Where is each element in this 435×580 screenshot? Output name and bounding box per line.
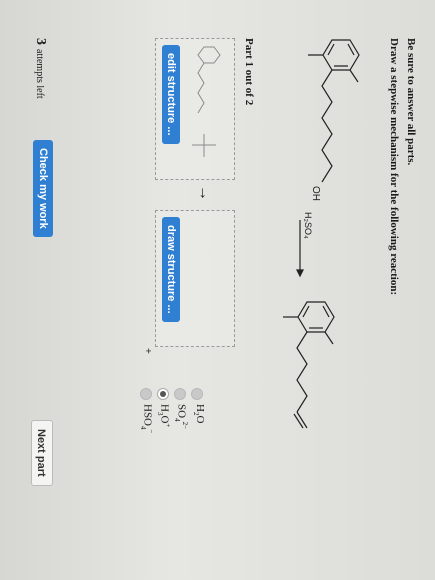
sketch-box-left[interactable]: edit structure ... <box>155 38 235 180</box>
plus-sign: + <box>142 348 153 354</box>
option-label-h3o: H3O+ <box>156 404 172 428</box>
radio-h2o[interactable] <box>191 388 203 400</box>
reagent-label: H₂SO₄ <box>303 212 313 239</box>
option-label-h2o: H2O <box>191 404 206 424</box>
part-label: Part 1 out of 2 <box>243 38 255 106</box>
product-side-chain <box>296 331 308 413</box>
attempts-text: attempts left <box>34 49 45 99</box>
radio-h3o[interactable] <box>157 388 169 400</box>
draw-box-right[interactable]: draw structure ... <box>155 210 235 347</box>
check-my-work-button[interactable]: Check my work <box>33 140 53 237</box>
question-page: Be sure to answer all parts. Draw a step… <box>0 0 435 580</box>
instructions-line-2: Draw a stepwise mechanism for the follow… <box>388 38 400 296</box>
photo-background: Be sure to answer all parts. Draw a step… <box>0 0 435 580</box>
draw-structure-button[interactable]: draw structure ... <box>162 217 180 322</box>
instructions-line-1: Be sure to answer all parts. <box>405 38 417 166</box>
radio-so4[interactable] <box>174 388 186 400</box>
option-label-so4: SO42− <box>173 404 189 430</box>
attempts-count: 3 <box>33 38 48 45</box>
reactant-side-chain <box>321 69 333 183</box>
reactant-methyl-1 <box>349 69 359 83</box>
reactant-oh-label: OH <box>310 186 321 201</box>
attempts-left: 3 attempts left <box>32 38 50 99</box>
radio-hso4[interactable] <box>140 388 152 400</box>
edit-structure-button[interactable]: edit structure ... <box>162 45 180 144</box>
reaction-scheme <box>283 39 360 429</box>
option-label-hso4: HSO4− <box>139 404 155 434</box>
product-methyl-1 <box>324 331 334 345</box>
mechanism-arrow: → <box>196 185 213 201</box>
next-part-button[interactable]: Next part <box>31 420 53 486</box>
